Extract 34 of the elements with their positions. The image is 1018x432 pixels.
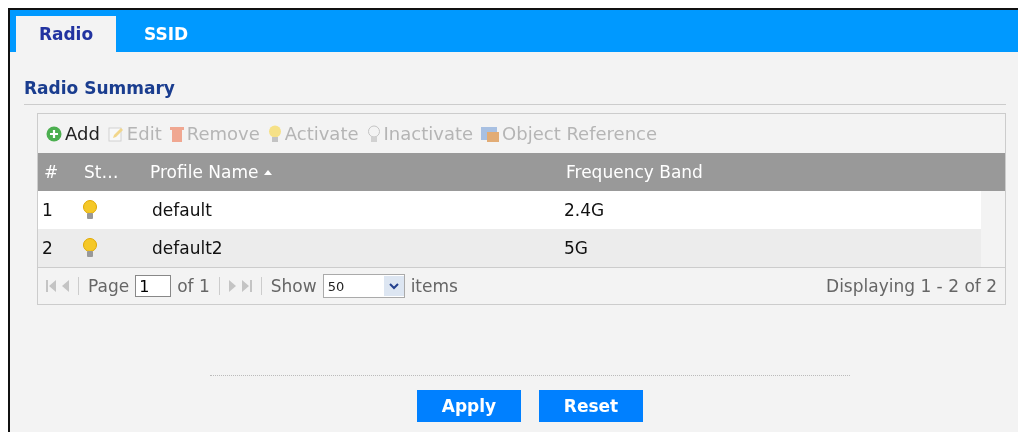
table-cell-text: 5G xyxy=(563,238,589,258)
window-icon xyxy=(481,125,500,142)
table-cell-text: default xyxy=(151,200,213,220)
table-cell-text: 2 xyxy=(41,238,54,258)
last-page-icon[interactable] xyxy=(241,280,252,292)
plus-icon xyxy=(46,125,62,142)
tab[interactable]: SSID xyxy=(116,16,216,52)
table-cell-text: 1 xyxy=(41,200,54,220)
page-size-dropdown[interactable]: 50 xyxy=(322,274,405,298)
displaying-info: Displaying 1 - 2 of 2 xyxy=(826,276,998,296)
items-label: items xyxy=(410,276,458,296)
column-header[interactable]: # xyxy=(38,162,78,182)
page-label: Page xyxy=(88,276,130,296)
column-header[interactable]: Frequency Band xyxy=(560,162,1005,182)
chevron-down-icon xyxy=(383,276,404,296)
section-title: Radio Summary xyxy=(24,78,1006,105)
tab[interactable]: Radio xyxy=(16,16,116,52)
lightbulb-icon xyxy=(267,124,282,143)
next-page-icon[interactable] xyxy=(228,280,236,292)
previous-page-icon[interactable] xyxy=(62,280,69,292)
action-button[interactable]: Apply xyxy=(417,390,521,422)
lightbulb-icon xyxy=(366,124,381,143)
column-header[interactable]: St… xyxy=(78,162,144,182)
trash-icon xyxy=(169,125,184,142)
action-button[interactable]: Reset xyxy=(539,390,643,422)
first-page-icon[interactable] xyxy=(46,280,56,292)
show-label: Show xyxy=(270,276,317,296)
pencil-icon xyxy=(107,125,124,142)
table-cell-text: default2 xyxy=(151,238,224,258)
toolbar-button[interactable]: Add xyxy=(46,123,100,144)
table-cell-text: 2.4G xyxy=(563,200,606,220)
page-input[interactable]: 1 xyxy=(135,275,172,297)
page-count: of 1 xyxy=(177,276,210,296)
column-header[interactable]: Profile Name xyxy=(144,162,560,182)
